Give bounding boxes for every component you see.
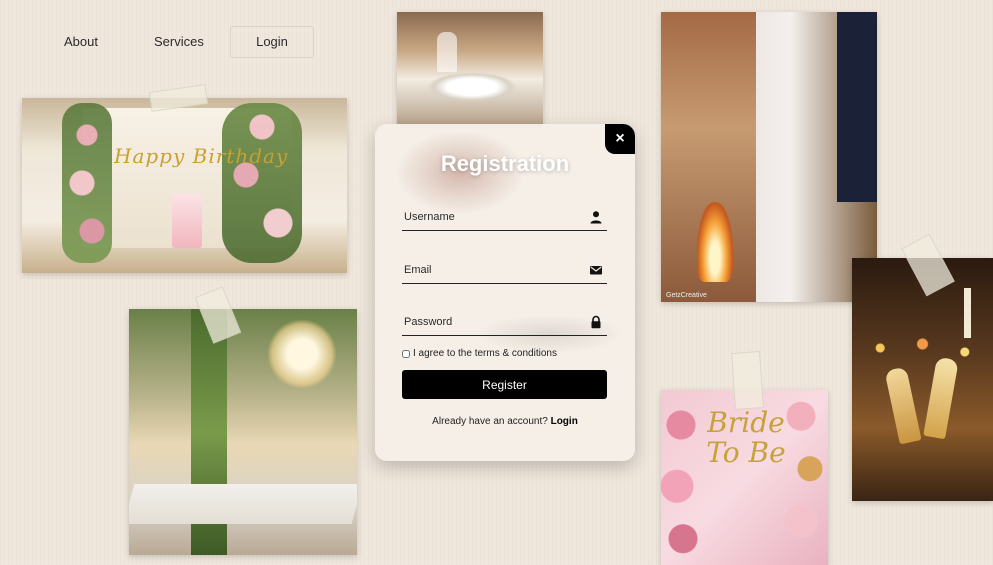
cake bbox=[172, 193, 202, 248]
photo-watermark: GetzCreative bbox=[666, 292, 707, 299]
tape bbox=[731, 351, 764, 410]
username-input[interactable] bbox=[402, 204, 579, 230]
terms-label: I agree to the terms & conditions bbox=[413, 348, 557, 359]
toast-photo bbox=[852, 258, 993, 501]
email-input[interactable] bbox=[402, 257, 579, 283]
terms-row: I agree to the terms & conditions bbox=[402, 348, 557, 359]
nav-about-link[interactable]: About bbox=[64, 34, 98, 49]
login-prompt: Already have an account? Login bbox=[375, 416, 635, 427]
outdoor-dining-photo bbox=[129, 309, 357, 555]
ceremony-fire bbox=[697, 202, 733, 282]
password-input[interactable] bbox=[402, 309, 579, 335]
flower-wall bbox=[661, 390, 701, 565]
birthday-photo: Happy Birthday bbox=[22, 98, 347, 273]
envelope-icon bbox=[590, 266, 602, 275]
groom-suit bbox=[837, 12, 877, 202]
username-field bbox=[402, 204, 607, 231]
login-link[interactable]: Login bbox=[551, 416, 578, 427]
birthday-sign: Happy Birthday bbox=[114, 144, 289, 168]
nav-login-button[interactable]: Login bbox=[230, 26, 314, 58]
nav-services-link[interactable]: Services bbox=[154, 34, 204, 49]
champagne-glass bbox=[884, 366, 922, 445]
bride-to-be-photo: Bride To Be bbox=[661, 390, 828, 565]
lock-icon bbox=[591, 315, 601, 329]
user-icon bbox=[590, 211, 602, 224]
close-icon: × bbox=[615, 130, 625, 147]
password-field bbox=[402, 309, 607, 336]
registration-modal: × Registration I agree to the terms & co… bbox=[375, 124, 635, 461]
wedding-photo: GetzCreative bbox=[661, 12, 877, 302]
terms-checkbox[interactable] bbox=[402, 349, 410, 358]
email-field bbox=[402, 257, 607, 284]
banquet-table bbox=[129, 484, 357, 524]
login-prompt-text: Already have an account? bbox=[432, 416, 548, 427]
sunlight bbox=[267, 319, 337, 389]
register-button[interactable]: Register bbox=[402, 370, 607, 399]
candle bbox=[964, 288, 971, 338]
champagne-glass bbox=[923, 356, 959, 440]
modal-title: Registration bbox=[440, 151, 570, 176]
wine-glass bbox=[437, 32, 457, 72]
flower-decor-right bbox=[222, 103, 302, 263]
string-lights bbox=[852, 328, 993, 368]
dining-photo bbox=[397, 12, 543, 124]
balloons bbox=[783, 390, 828, 565]
close-button[interactable]: × bbox=[605, 124, 635, 154]
flower-decor-left bbox=[62, 103, 112, 263]
bride-to-be-sign: Bride To Be bbox=[706, 406, 786, 469]
plate bbox=[427, 72, 517, 102]
